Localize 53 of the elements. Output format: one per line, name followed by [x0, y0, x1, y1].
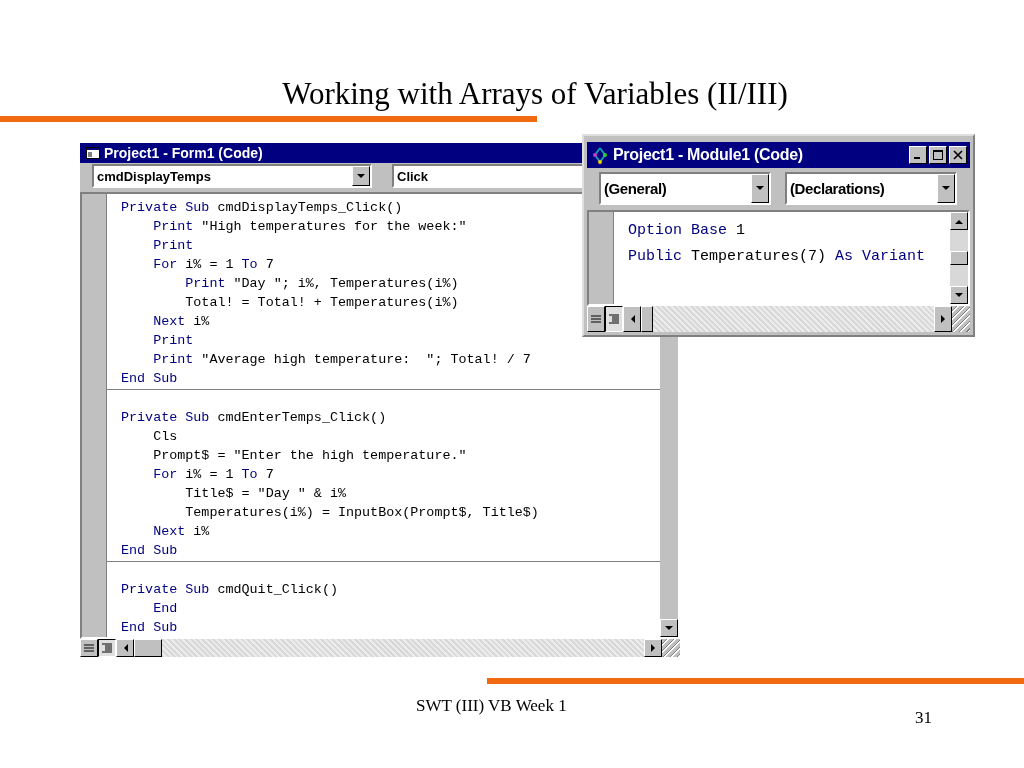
procedure-view-icon[interactable] [587, 306, 605, 332]
procedure-dropdown[interactable]: (Declarations) [785, 171, 957, 205]
minimize-icon[interactable] [909, 146, 927, 164]
scroll-up-icon[interactable] [950, 212, 968, 230]
scroll-right-icon[interactable] [644, 639, 662, 657]
scroll-thumb[interactable] [641, 306, 653, 332]
slide-footer: SWT (III) VB Week 1 [416, 696, 567, 716]
scroll-down-icon[interactable] [660, 619, 678, 637]
code-line: Private Sub cmdDisplayTemps_Click() [120, 199, 403, 217]
code-line: For i% = 1 To 7 [152, 466, 274, 484]
code-line: Temperatures(i%) = InputBox(Prompt$, Title$) [184, 504, 539, 522]
resize-grip-icon[interactable] [662, 639, 680, 657]
scroll-down-icon[interactable] [950, 286, 968, 304]
scroll-thumb[interactable] [134, 639, 162, 657]
window-title: Project1 - Module1 (Code) [613, 146, 803, 164]
close-icon[interactable] [949, 146, 967, 164]
code-line: End [152, 600, 178, 618]
full-module-view-icon[interactable] [98, 639, 116, 657]
full-module-view-icon[interactable] [605, 306, 623, 332]
scroll-right-icon[interactable] [934, 306, 952, 332]
resize-grip-icon[interactable] [952, 306, 970, 332]
scroll-left-icon[interactable] [623, 306, 641, 332]
scroll-thumb[interactable] [950, 251, 968, 265]
code-line: Cls [152, 428, 178, 446]
form-icon [86, 146, 100, 159]
code-line: Print [152, 237, 194, 255]
code-line: Public Temperatures(7) As Variant [627, 247, 926, 267]
code-line: Total! = Total! + Temperatures(i%) [184, 294, 459, 312]
slide-title: Working with Arrays of Variables (II/III) [281, 75, 789, 113]
object-dropdown[interactable]: (General) [599, 171, 771, 205]
code-line: For i% = 1 To 7 [152, 256, 274, 274]
code-line: Next i% [152, 523, 210, 541]
code-line: Next i% [152, 313, 210, 331]
code-line: Print "Day "; i%, Temperatures(i%) [184, 275, 459, 293]
code-line: Print "Average high temperature: "; Total! / 7 [152, 351, 531, 369]
scroll-left-icon[interactable] [116, 639, 134, 657]
code-line: End Sub [120, 619, 178, 637]
code-line: End Sub [120, 542, 178, 560]
code-line: Title$ = "Day " & i% [184, 485, 346, 503]
code-line: Prompt$ = "Enter the high temperature." [152, 447, 467, 465]
code-line: Private Sub cmdEnterTemps_Click() [120, 409, 387, 427]
maximize-icon[interactable] [929, 146, 947, 164]
code-line: Print "High temperatures for the week:" [152, 218, 467, 236]
code-line: End Sub [120, 370, 178, 388]
module-icon [591, 146, 609, 164]
window-title: Project1 - Form1 (Code) [104, 144, 263, 161]
code-line: Print [152, 332, 194, 350]
object-dropdown[interactable]: cmdDisplayTemps [92, 164, 372, 189]
code-line: Private Sub cmdQuit_Click() [120, 581, 338, 599]
procedure-view-icon[interactable] [80, 639, 98, 657]
page-number: 31 [915, 708, 932, 728]
code-editor[interactable]: Option Base 1 Public Temperatures(7) As Variant [614, 212, 950, 304]
code-line: Option Base 1 [627, 221, 746, 241]
